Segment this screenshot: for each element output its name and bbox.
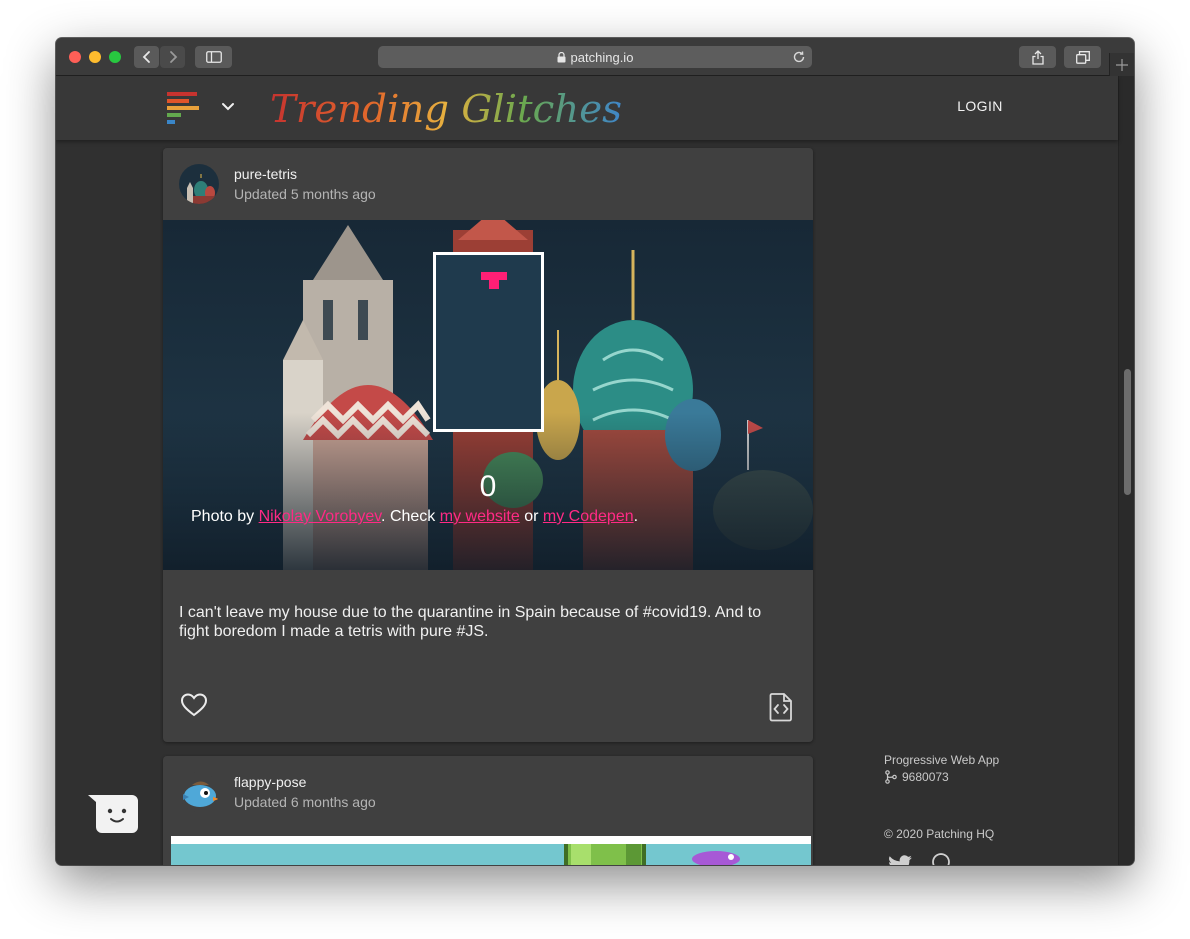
flappy-game-preview <box>564 844 740 865</box>
brand-text: Trending Glitches <box>270 87 622 131</box>
browser-toolbar: patching.io <box>56 38 1134 76</box>
post-card: pure-tetris Updated 5 months ago 0 Photo… <box>163 148 813 742</box>
sidebar-icon <box>205 51 222 63</box>
scrollbar-thumb[interactable] <box>1124 369 1131 495</box>
show-tabs-button[interactable] <box>1064 46 1101 68</box>
post-updated: Updated 6 months ago <box>234 794 376 810</box>
tabs-overview-icon <box>1075 50 1090 64</box>
lightbulb-icon[interactable] <box>930 852 952 865</box>
chevron-down-icon[interactable] <box>221 99 235 120</box>
code-file-icon <box>769 693 792 722</box>
zoom-window-button[interactable] <box>109 51 121 63</box>
forward-button[interactable] <box>160 46 185 68</box>
tetris-score: 0 <box>479 470 497 503</box>
url-text: patching.io <box>570 49 634 65</box>
view-source-button[interactable] <box>767 692 795 722</box>
heart-icon <box>180 693 208 717</box>
avatar[interactable] <box>179 164 219 204</box>
post-title[interactable]: pure-tetris <box>234 166 297 182</box>
build-number: 9680073 <box>902 770 949 784</box>
build-info: 9680073 <box>884 770 949 784</box>
share-icon <box>1031 49 1044 65</box>
chevron-right-icon <box>169 51 177 63</box>
page-viewport: Trending Glitches LOGIN pure-tetris Upda… <box>56 76 1134 865</box>
photo-credit: Photo by Nikolay Vorobyev. Check my webs… <box>191 508 639 525</box>
post-description: I can't leave my house due to the quaran… <box>179 604 762 640</box>
git-branch-icon <box>885 770 897 784</box>
tetris-piece <box>481 272 507 289</box>
pwa-label: Progressive Web App <box>884 753 1000 767</box>
new-tab-button[interactable] <box>1109 53 1134 76</box>
codepen-link[interactable]: my Codepen <box>543 508 634 525</box>
chevron-left-icon <box>142 51 150 63</box>
plus-icon <box>1116 58 1128 71</box>
post-title[interactable]: flappy-pose <box>234 774 306 790</box>
copyright: © 2020 Patching HQ <box>884 827 995 841</box>
post-preview[interactable] <box>171 836 811 865</box>
post-updated: Updated 5 months ago <box>234 186 376 202</box>
author-link[interactable]: Nikolay Vorobyev <box>259 508 381 525</box>
avatar[interactable] <box>179 772 219 812</box>
patching-logo-icon[interactable] <box>167 91 201 125</box>
website-link[interactable]: my website <box>440 508 520 525</box>
share-button[interactable] <box>1019 46 1056 68</box>
lock-icon <box>557 51 566 63</box>
sidebar-toggle-button[interactable] <box>195 46 232 68</box>
back-button[interactable] <box>134 46 159 68</box>
twitter-icon[interactable] <box>887 855 913 865</box>
app-header: Trending Glitches LOGIN <box>56 76 1118 140</box>
post-card: flappy-pose Updated 6 months ago <box>163 756 813 865</box>
like-button[interactable] <box>180 691 208 719</box>
reload-icon[interactable] <box>792 50 806 64</box>
address-bar[interactable]: patching.io <box>378 46 812 68</box>
chat-bubble-icon <box>88 795 138 833</box>
minimize-window-button[interactable] <box>89 51 101 63</box>
post-preview[interactable]: 0 Photo by Nikolay Vorobyev. Check my we… <box>163 220 813 570</box>
close-window-button[interactable] <box>69 51 81 63</box>
login-button[interactable]: LOGIN <box>946 98 1014 118</box>
brand-title: Trending Glitches <box>270 87 622 131</box>
tetris-board[interactable] <box>433 252 544 432</box>
browser-window: patching.io Trending Glitches LOGIN pure… <box>56 38 1134 865</box>
page-scrollbar[interactable] <box>1118 76 1134 865</box>
chat-widget-button[interactable] <box>88 794 140 834</box>
